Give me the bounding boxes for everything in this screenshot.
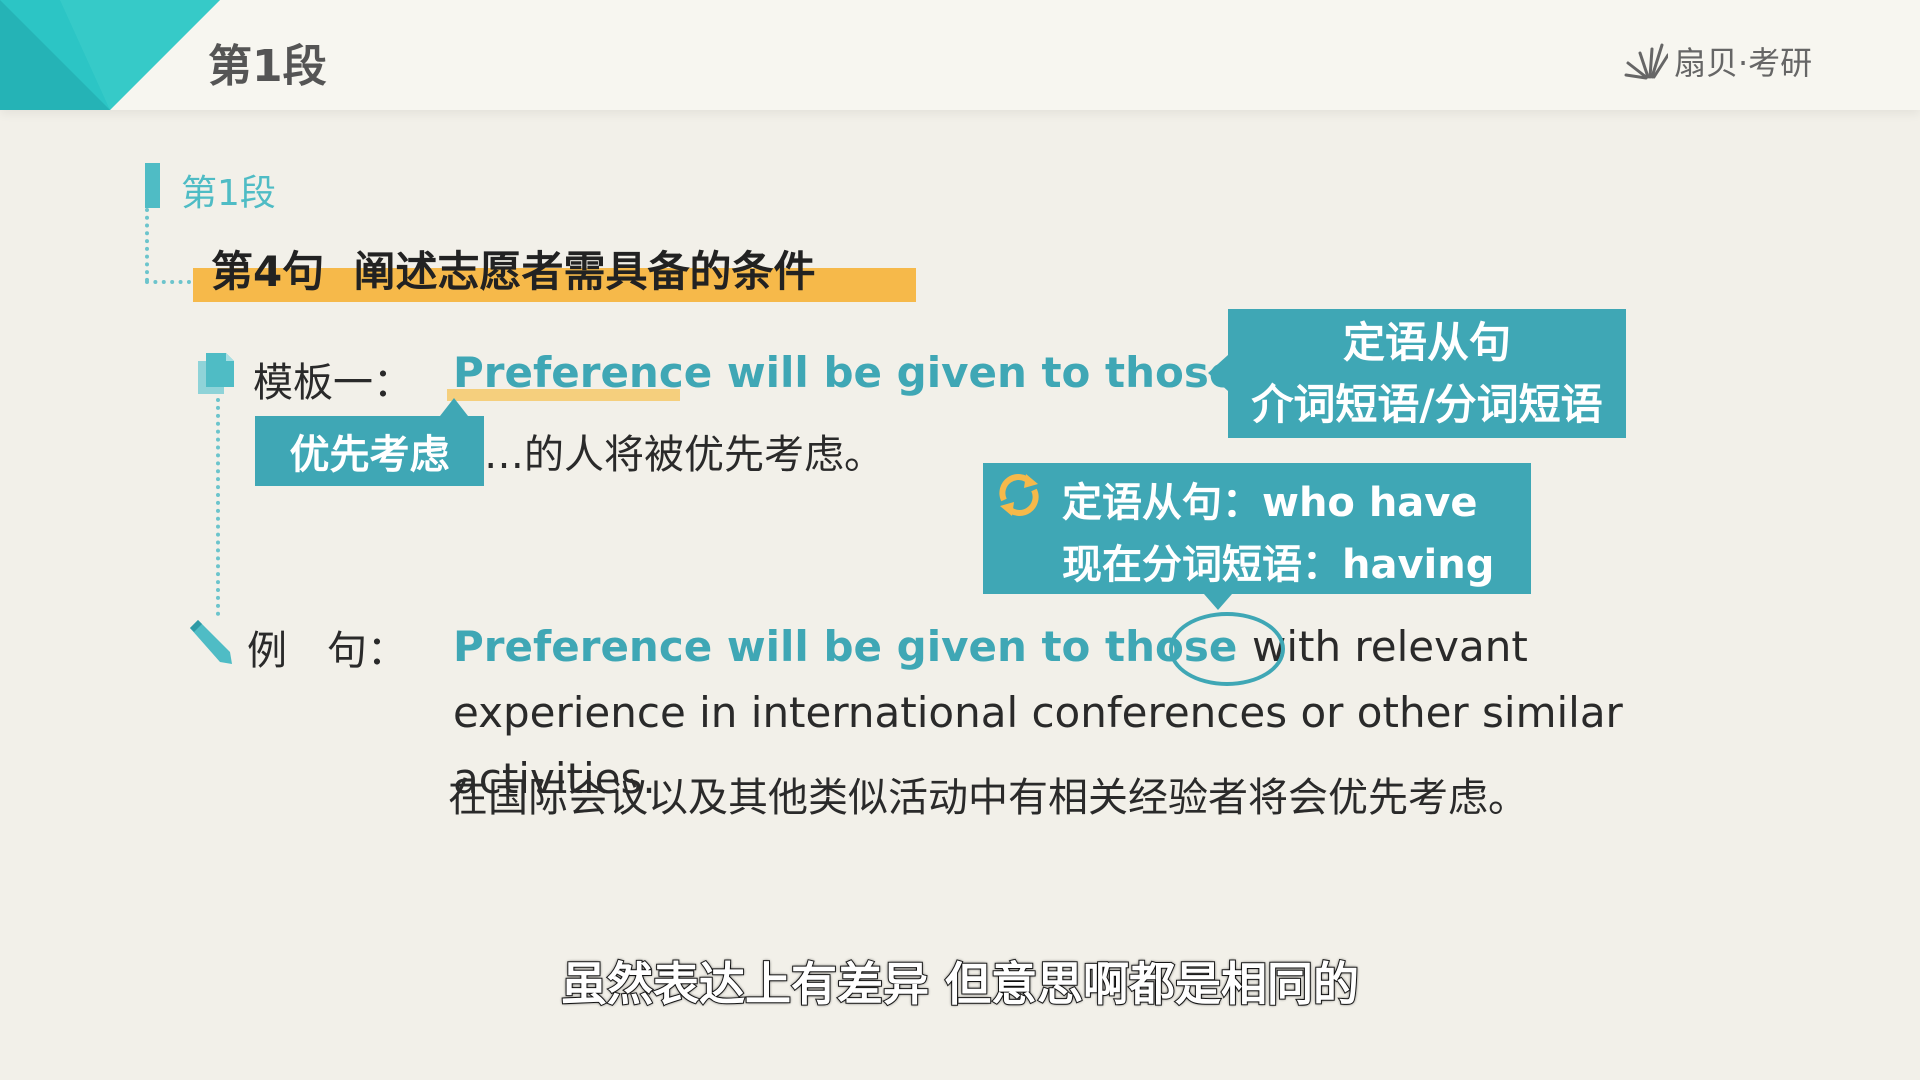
logo-text: 扇贝·考研 — [1674, 44, 1813, 82]
document-icon — [198, 353, 234, 394]
swap-callout: 定语从句：who have 现在分词短语：having — [983, 463, 1531, 594]
dotted-connector — [216, 398, 220, 616]
logo: 扇贝·考研 — [1622, 38, 1812, 84]
header-decoration — [0, 0, 220, 110]
dotted-connector — [145, 208, 149, 282]
header-title: 第1段 — [208, 41, 327, 92]
callout-line: 现在分词短语：having — [1062, 542, 1495, 588]
template-label: 模板一： — [253, 360, 413, 406]
example-chinese: 在国际会议以及其他类似活动中有相关经验者将会优先考虑。 — [448, 775, 1528, 821]
refresh-icon — [999, 474, 1039, 516]
example-highlight: Preference will be given to those — [453, 622, 1252, 671]
word-circle — [1169, 612, 1285, 686]
pencil-icon — [190, 620, 232, 664]
section-label: 第1段 — [181, 173, 276, 214]
section-marker — [145, 163, 160, 208]
sentence-title: 第4句 阐述志愿者需具备的条件 — [211, 247, 816, 296]
callout-line: 定语从句：who have — [1062, 480, 1478, 526]
callout-pointer — [1208, 355, 1228, 391]
video-subtitle: 虽然表达上有差异 但意思啊都是相同的 — [560, 956, 1360, 1012]
meaning-tag: 优先考虑 — [255, 416, 484, 486]
shanbay-logo-icon — [1624, 43, 1668, 80]
tag-pointer — [440, 398, 468, 416]
example-label: 例 句： — [247, 628, 407, 674]
template-english: Preference will be given to those ... — [453, 348, 1300, 397]
callout-pointer — [1204, 594, 1232, 610]
template-chinese: …的人将被优先考虑。 — [484, 432, 884, 478]
callout-line: 介词短语/分词短语 — [1251, 379, 1603, 429]
header-bar: 第1段 扇贝·考研 — [0, 0, 1920, 110]
structure-callout: 定语从句 介词短语/分词短语 — [1228, 309, 1626, 438]
dotted-connector — [145, 280, 191, 284]
callout-line: 定语从句 — [1342, 317, 1511, 367]
